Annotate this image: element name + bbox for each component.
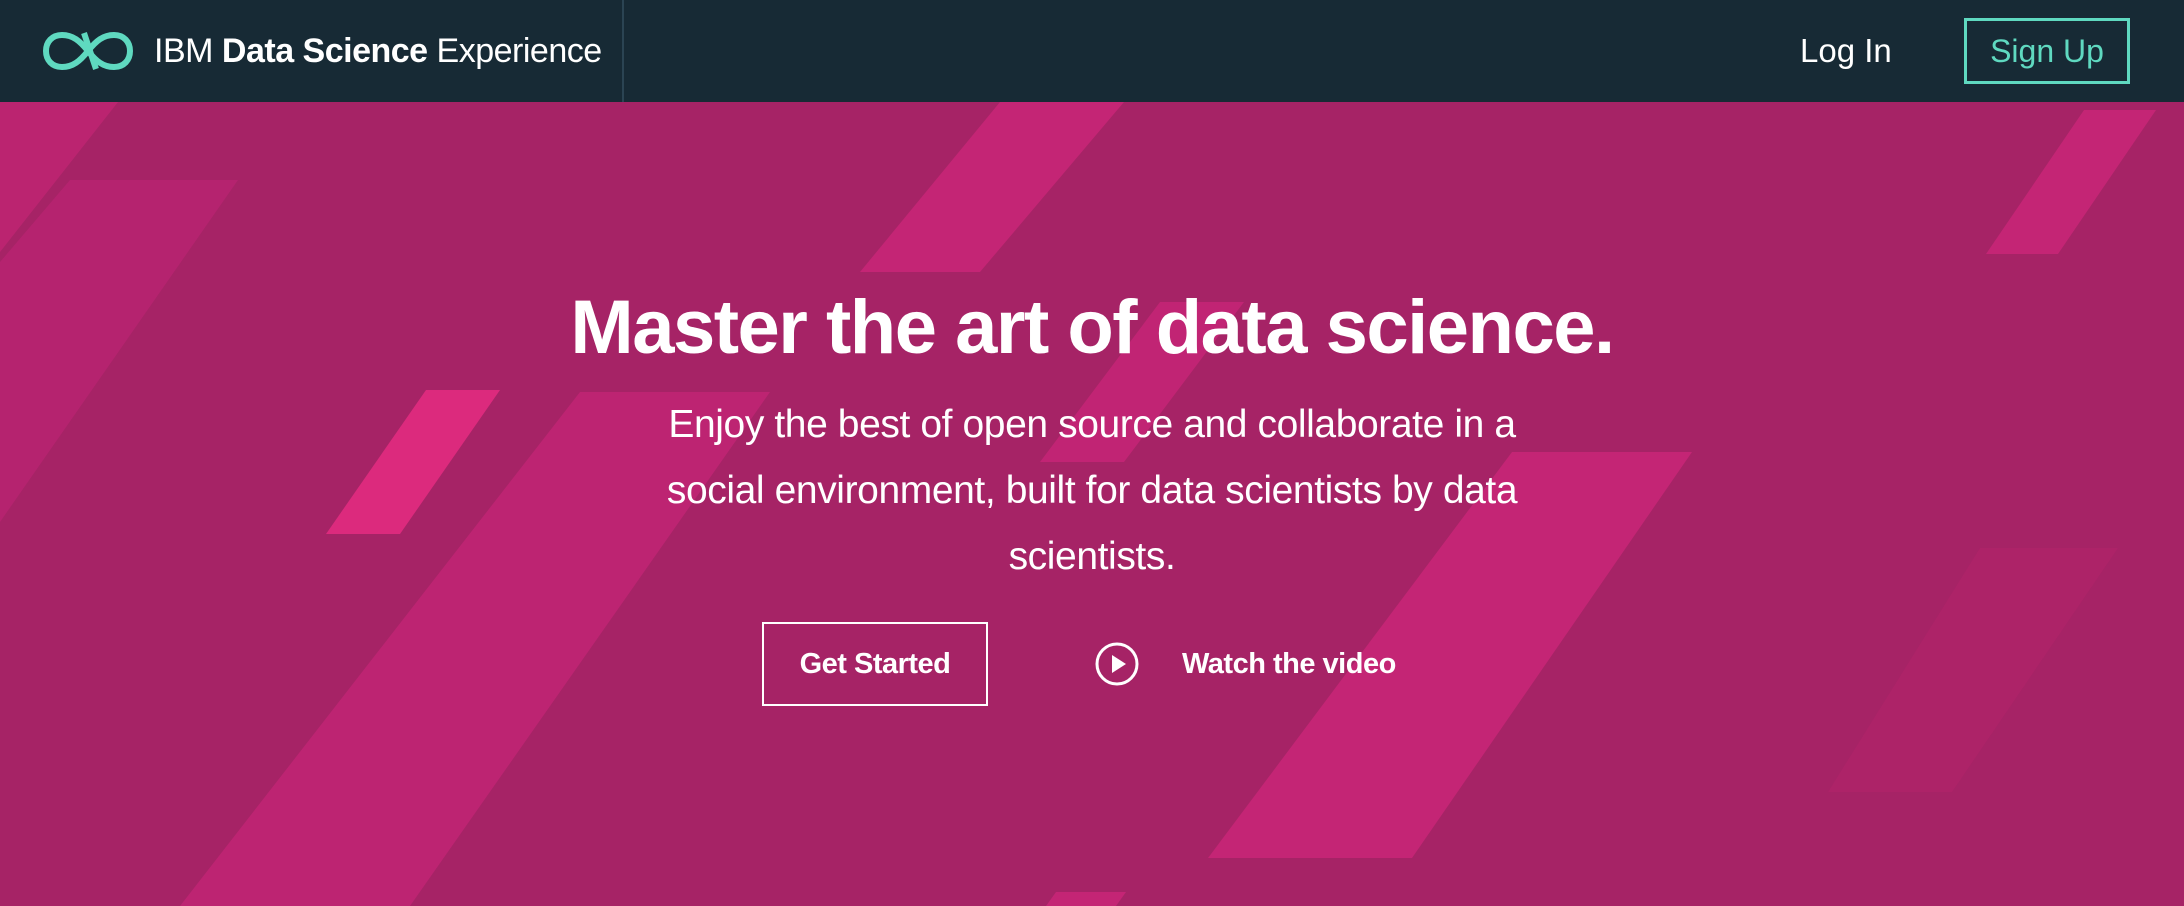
top-navigation-bar: IBM Data Science Experience Log In Sign …: [0, 0, 2184, 102]
brand-prefix: IBM: [154, 31, 213, 70]
play-circle-icon: [1095, 642, 1139, 686]
bg-stripe: [326, 390, 500, 534]
header-divider: [622, 0, 624, 102]
signup-button[interactable]: Sign Up: [1964, 18, 2130, 84]
brand-suffix: Experience: [436, 31, 603, 70]
brand-bold: Data Science: [221, 31, 428, 70]
hero-subtitle: Enjoy the best of open source and collab…: [666, 403, 1518, 578]
hero-cta-row: Get Started Watch the video: [0, 618, 2184, 706]
bg-stripe: [1046, 892, 1126, 906]
brand-home-link[interactable]: IBM Data Science Experience: [40, 0, 602, 102]
page: IBM Data Science Experience Log In Sign …: [0, 0, 2184, 906]
infinity-icon: [43, 32, 133, 70]
hero-title: Master the art of data science.: [570, 285, 1615, 370]
login-link[interactable]: Log In: [1800, 0, 1892, 102]
watch-video-link[interactable]: Watch the video: [1094, 622, 1396, 706]
bg-stripe: [1986, 110, 2156, 254]
get-started-button[interactable]: Get Started: [762, 622, 988, 706]
watch-video-label: Watch the video: [1182, 647, 1396, 680]
bg-stripe: [860, 102, 1124, 272]
brand-name: IBM Data Science Experience: [154, 32, 602, 71]
hero-section: Master the art of data science. Enjoy th…: [0, 102, 2184, 906]
